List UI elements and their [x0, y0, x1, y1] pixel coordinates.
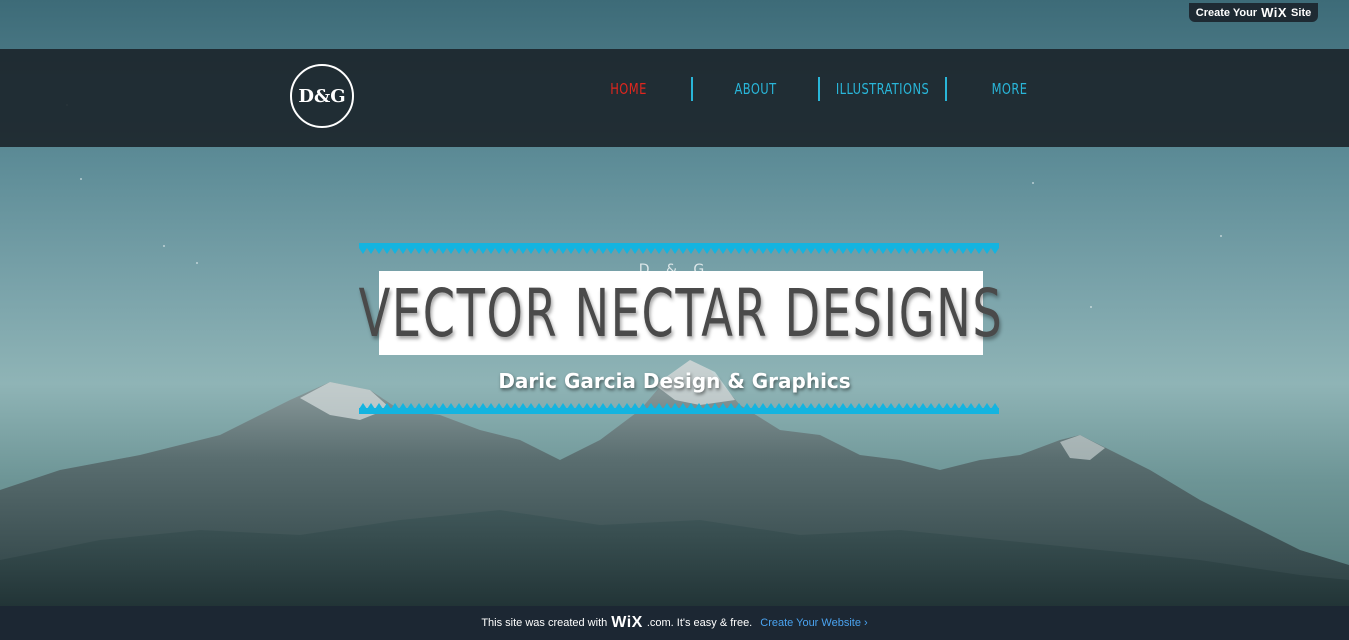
create-website-label: Create Your Website	[760, 617, 861, 629]
nav-item-illustrations[interactable]: ILLUSTRATIONS	[829, 76, 935, 102]
star	[1090, 306, 1092, 308]
zigzag-divider-bottom	[359, 403, 999, 414]
promo-prefix: This site was created with	[481, 617, 608, 629]
nav-divider	[691, 77, 693, 101]
zigzag-divider-top	[359, 243, 999, 254]
nav-item-home[interactable]: HOME	[575, 76, 681, 102]
badge-prefix: Create Your	[1195, 6, 1258, 19]
star	[163, 245, 165, 247]
nav-divider	[945, 77, 947, 101]
nav-divider	[818, 77, 820, 101]
chevron-right-icon: ›	[864, 617, 868, 629]
star	[80, 178, 82, 180]
star	[1032, 182, 1034, 184]
promo-suffix: .com. It's easy & free.	[646, 617, 753, 629]
wix-logo: WiX	[611, 614, 643, 631]
wix-logo: WiX	[1261, 5, 1288, 20]
site-header: D&G HOME ABOUT ILLUSTRATIONS MORE	[0, 49, 1349, 147]
hero-subtitle: Daric Garcia Design & Graphics	[498, 369, 851, 393]
hero-title: VECTOR NECTAR DESIGNS	[358, 274, 1004, 352]
site-logo[interactable]: D&G	[290, 64, 354, 128]
page: Create Your WiX Site D&G HOME ABOUT ILLU…	[0, 0, 1349, 640]
badge-suffix: Site	[1291, 6, 1312, 19]
main-nav: HOME ABOUT ILLUSTRATIONS MORE	[566, 76, 1072, 102]
nav-item-more[interactable]: MORE	[956, 76, 1062, 102]
wix-promo-bar: This site was created with WiX .com. It'…	[0, 606, 1349, 640]
star	[1220, 235, 1222, 237]
nav-item-about[interactable]: ABOUT	[702, 76, 808, 102]
create-website-link[interactable]: Create Your Website ›	[760, 617, 867, 629]
create-wix-site-badge[interactable]: Create Your WiX Site	[1189, 3, 1318, 22]
